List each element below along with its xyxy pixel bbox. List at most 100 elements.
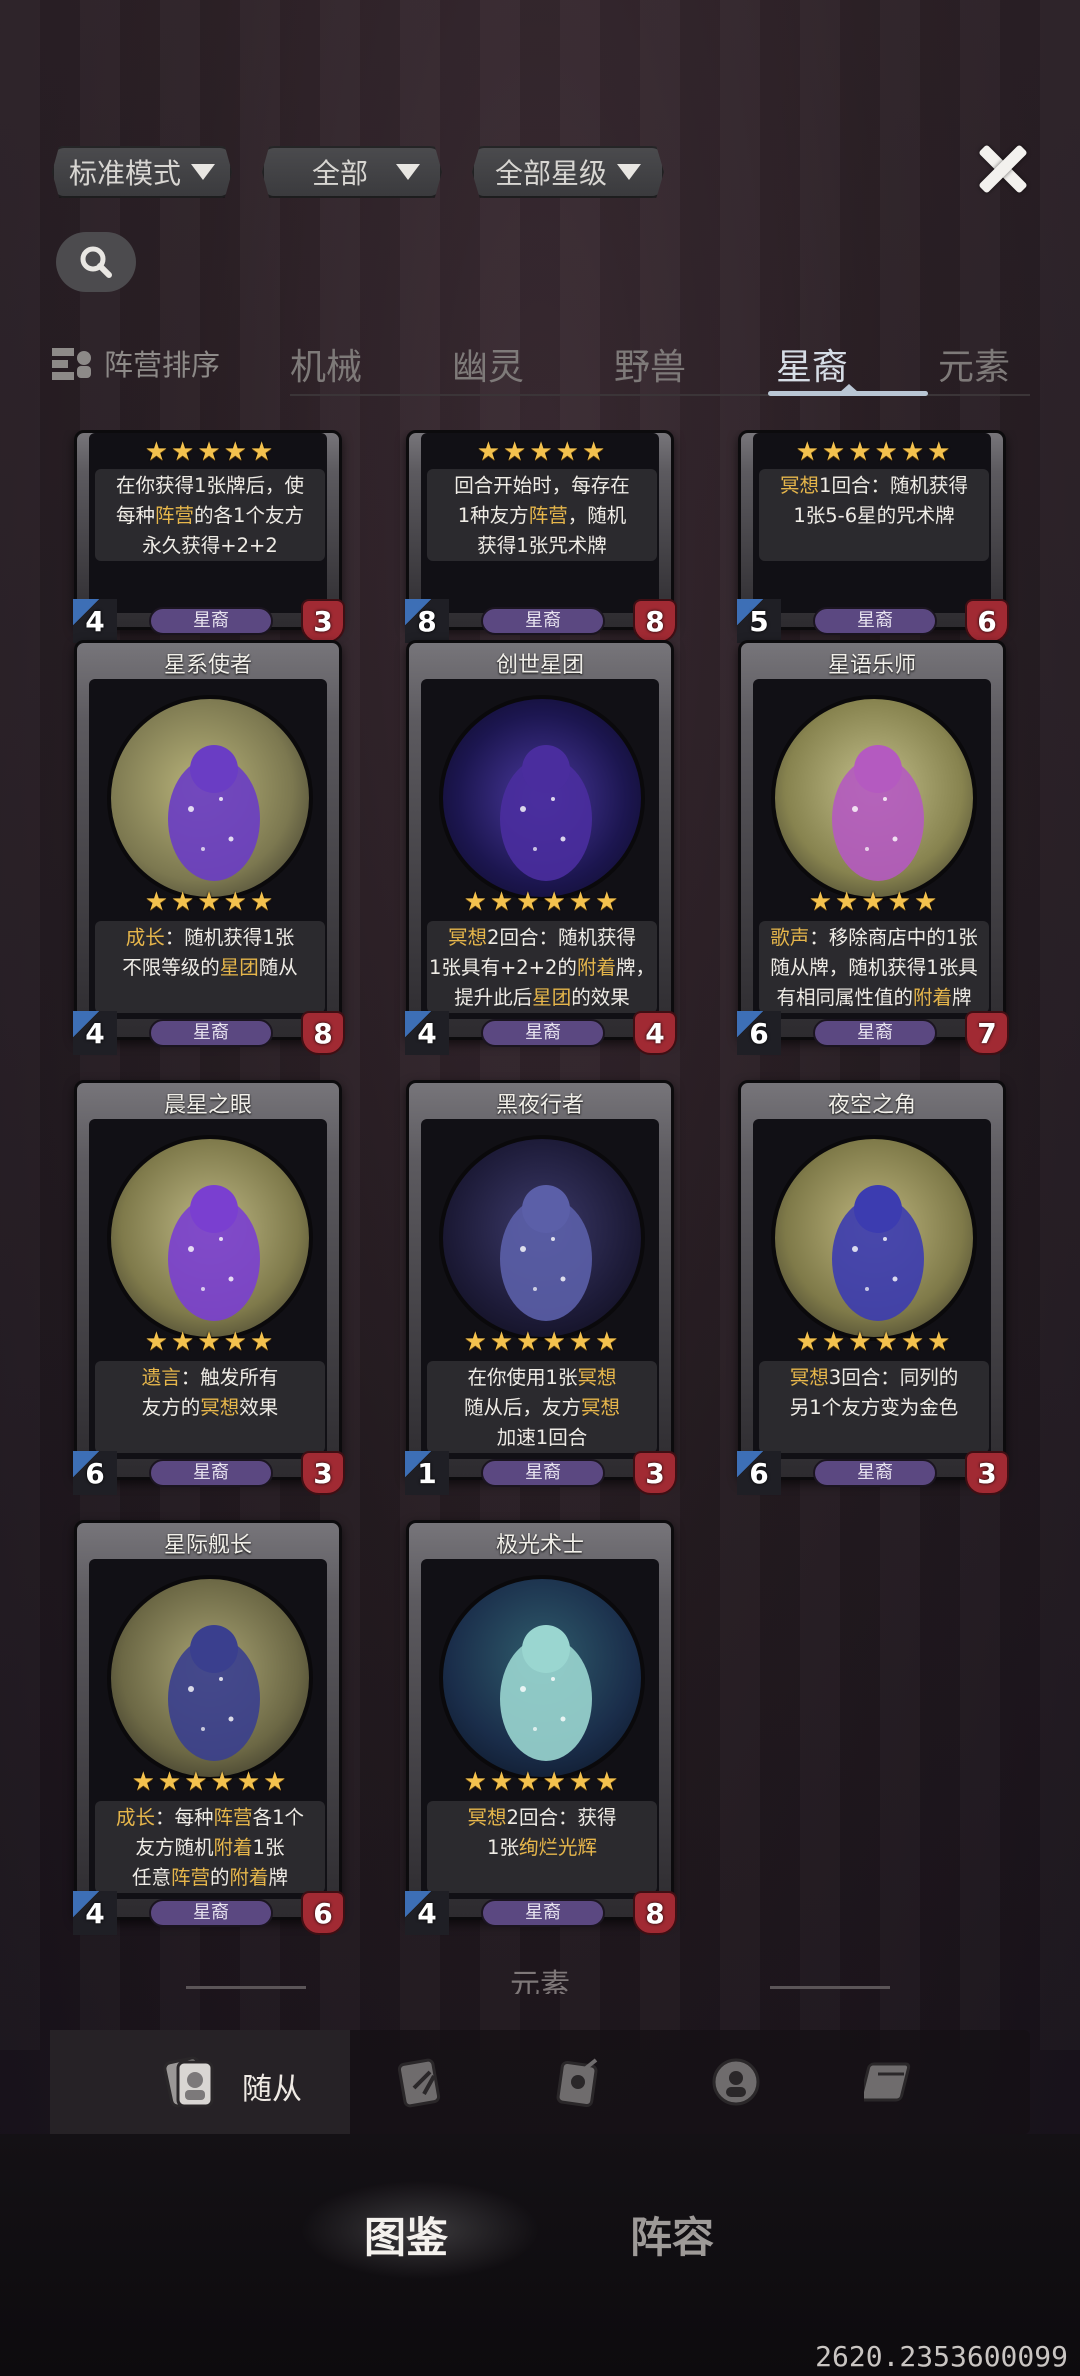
keyword-text: 遗言 [141, 1366, 181, 1389]
star-icon: ★ [542, 887, 566, 917]
description-line: 不限等级的星团随从 [95, 953, 325, 983]
card-attack: 3 [633, 1451, 677, 1495]
description-text: 的 [209, 1866, 230, 1889]
star-icon: ★ [236, 1767, 261, 1797]
description-line: 回合开始时，每存在 [427, 471, 657, 501]
keyword-text: 成长 [125, 926, 165, 949]
description-text: 不限等级的 [122, 956, 220, 979]
description-text: 在你使用1张 [467, 1366, 578, 1389]
attachment-card-icon[interactable] [550, 2052, 610, 2112]
card-book-icon[interactable] [864, 2052, 924, 2112]
description-line: 冥想2回合：随机获得 [427, 923, 657, 953]
build-version-text: 2620.2353600099 [815, 2340, 1068, 2373]
section-divider-right [770, 1986, 890, 1989]
faction-badge: 星裔 [481, 1899, 605, 1927]
category-filter[interactable]: 全部 [262, 146, 442, 198]
minion-card[interactable]: 夜空之角 ★ ★ ★ ★ ★ ★ 冥想3回合：同列的 另1个友方变为金色 6 星裔 3 [737, 1080, 1009, 1495]
description-text: 1张5-6星的咒术牌 [793, 504, 955, 527]
spell-card-icon[interactable] [392, 2052, 452, 2112]
description-line: 随从后，友方冥想 [427, 1393, 657, 1423]
faction-badge: 星裔 [481, 607, 605, 635]
dropdown-arrow-icon [617, 164, 641, 180]
minion-card[interactable]: 晨星之眼 ★ ★ ★ ★ ★ 遗言：触发所有 友方的冥想效果 6 星裔 3 [73, 1080, 345, 1495]
sort-by-faction-button[interactable]: 阵营排序 [50, 340, 220, 386]
star-rating: ★ ★ ★ ★ ★ [103, 439, 315, 465]
star-icon: ★ [848, 437, 872, 467]
star-icon: ★ [144, 1327, 169, 1357]
card-art-icon [500, 1625, 592, 1761]
card-attack: 6 [301, 1891, 345, 1935]
card-portrait [107, 1575, 313, 1781]
card-description: 在你使用1张冥想 随从后，友方冥想 加速1回合 [427, 1361, 657, 1453]
faction-badge: 星裔 [149, 1459, 273, 1487]
description-text: ：每种 [155, 1806, 214, 1829]
tab-starborn[interactable]: 星裔 [776, 338, 848, 390]
description-text: 另1个友方变为金色 [789, 1396, 959, 1419]
card-name: 夜空之角 [827, 1093, 916, 1118]
keyword-text: 冥想 [200, 1396, 240, 1419]
minion-card[interactable]: ★ ★ ★ ★ ★ 回合开始时，每存在 1种友方阵营，随机 获得1张咒术牌 8 星裔 8 [405, 430, 677, 643]
description-line: 冥想3回合：同列的 [759, 1363, 989, 1393]
star-icon: ★ [516, 1327, 540, 1357]
keyword-text: 冥想 [577, 1366, 617, 1389]
minion-card[interactable]: ★ ★ ★ ★ ★ 在你获得1张牌后，使 每种阵营的各1个友方 永久获得+2+2 4 星裔 3 [73, 430, 345, 643]
minion-card[interactable]: 星际舰长 ★ ★ ★ ★ ★ ★ 成长：每种阵营各1个 友方随机附着1张 任意阵营的附着牌 4 星裔 6 [73, 1520, 345, 1935]
card-description: 成长：每种阵营各1个 友方随机附着1张 任意阵营的附着牌 [95, 1801, 325, 1893]
card-portrait [107, 1135, 313, 1341]
description-line: 1张5-6星的咒术牌 [759, 501, 989, 531]
star-icon: ★ [927, 437, 951, 467]
card-attack: 6 [965, 599, 1009, 643]
minion-card[interactable]: 星语乐师 ★ ★ ★ ★ ★ 歌声：移除商店中的1张 随从牌，随机获得1张具 有相同属性值的附着… [737, 640, 1009, 1055]
search-button[interactable] [56, 232, 136, 292]
card-attack: 8 [633, 599, 677, 643]
active-tab-caret [840, 384, 858, 392]
star-icon: ★ [595, 1327, 619, 1357]
nav-collection-button[interactable]: 图鉴 [364, 2204, 448, 2265]
card-art-icon [168, 1185, 260, 1321]
card-name: 星系使者 [163, 653, 252, 678]
star-icon: ★ [848, 1327, 872, 1357]
description-text: 效果 [239, 1396, 279, 1419]
nav-lineup-button[interactable]: 阵容 [630, 2204, 714, 2265]
card-portrait [771, 1135, 977, 1341]
card-art-icon [168, 1625, 260, 1761]
minion-card[interactable]: 创世星团 ★ ★ ★ ★ ★ ★ 冥想2回合：随机获得 1张具有+2+2的附着牌， 提升此后星团的… [405, 640, 677, 1055]
description-text: 提升此后 [454, 986, 533, 1009]
card-art-icon [168, 745, 260, 881]
star-icon: ★ [529, 437, 553, 467]
description-line: 友方随机附着1张 [95, 1833, 325, 1863]
star-icon: ★ [516, 887, 540, 917]
faction-badge: 星裔 [481, 1459, 605, 1487]
card-cost: 5 [737, 599, 781, 643]
keyword-text: 附着 [229, 1866, 269, 1889]
card-portrait [439, 1575, 645, 1781]
keyword-text: 冥想 [467, 1806, 507, 1829]
description-line: 冥想1回合：随机获得 [759, 471, 989, 501]
minion-card[interactable]: 星系使者 ★ ★ ★ ★ ★ 成长：随机获得1张 不限等级的星团随从 4 星裔 8 [73, 640, 345, 1055]
star-icon: ★ [489, 1767, 514, 1797]
close-button[interactable] [970, 136, 1036, 202]
tab-ghost[interactable]: 幽灵 [452, 338, 524, 390]
card-description: 冥想3回合：同列的另1个友方变为金色 [759, 1361, 989, 1453]
minion-card[interactable]: 极光术士 ★ ★ ★ ★ ★ ★ 冥想2回合：获得 1张绚烂光辉 4 星裔 8 [405, 1520, 677, 1935]
star-icon: ★ [463, 1327, 487, 1357]
star-icon: ★ [808, 887, 833, 917]
star-icon: ★ [821, 437, 846, 467]
star-rating: ★ ★ ★ ★ ★ ★ [103, 1769, 315, 1795]
mode-filter[interactable]: 标准模式 [52, 146, 232, 198]
star-icon: ★ [795, 437, 819, 467]
tab-elemental[interactable]: 元素 [938, 338, 1010, 390]
star-rating: ★ ★ ★ ★ ★ [767, 889, 979, 915]
card-attack: 3 [301, 599, 345, 643]
description-text: 1张 [252, 1836, 285, 1859]
description-text: 任意 [131, 1866, 171, 1889]
star-filter[interactable]: 全部星级 [472, 146, 664, 198]
minion-card[interactable]: 黑夜行者 ★ ★ ★ ★ ★ ★ 在你使用1张冥想 随从后，友方冥想 加速1回合 1 星裔 3 [405, 1080, 677, 1495]
tab-mechanical[interactable]: 机械 [290, 338, 362, 390]
star-icon: ★ [835, 887, 859, 917]
hero-icon[interactable] [706, 2052, 766, 2112]
star-icon: ★ [197, 887, 221, 917]
tab-beast[interactable]: 野兽 [614, 338, 686, 390]
star-icon: ★ [568, 887, 593, 917]
minion-card[interactable]: ★ ★ ★ ★ ★ ★ 冥想1回合：随机获得 1张5-6星的咒术牌 5 星裔 6 [737, 430, 1009, 643]
